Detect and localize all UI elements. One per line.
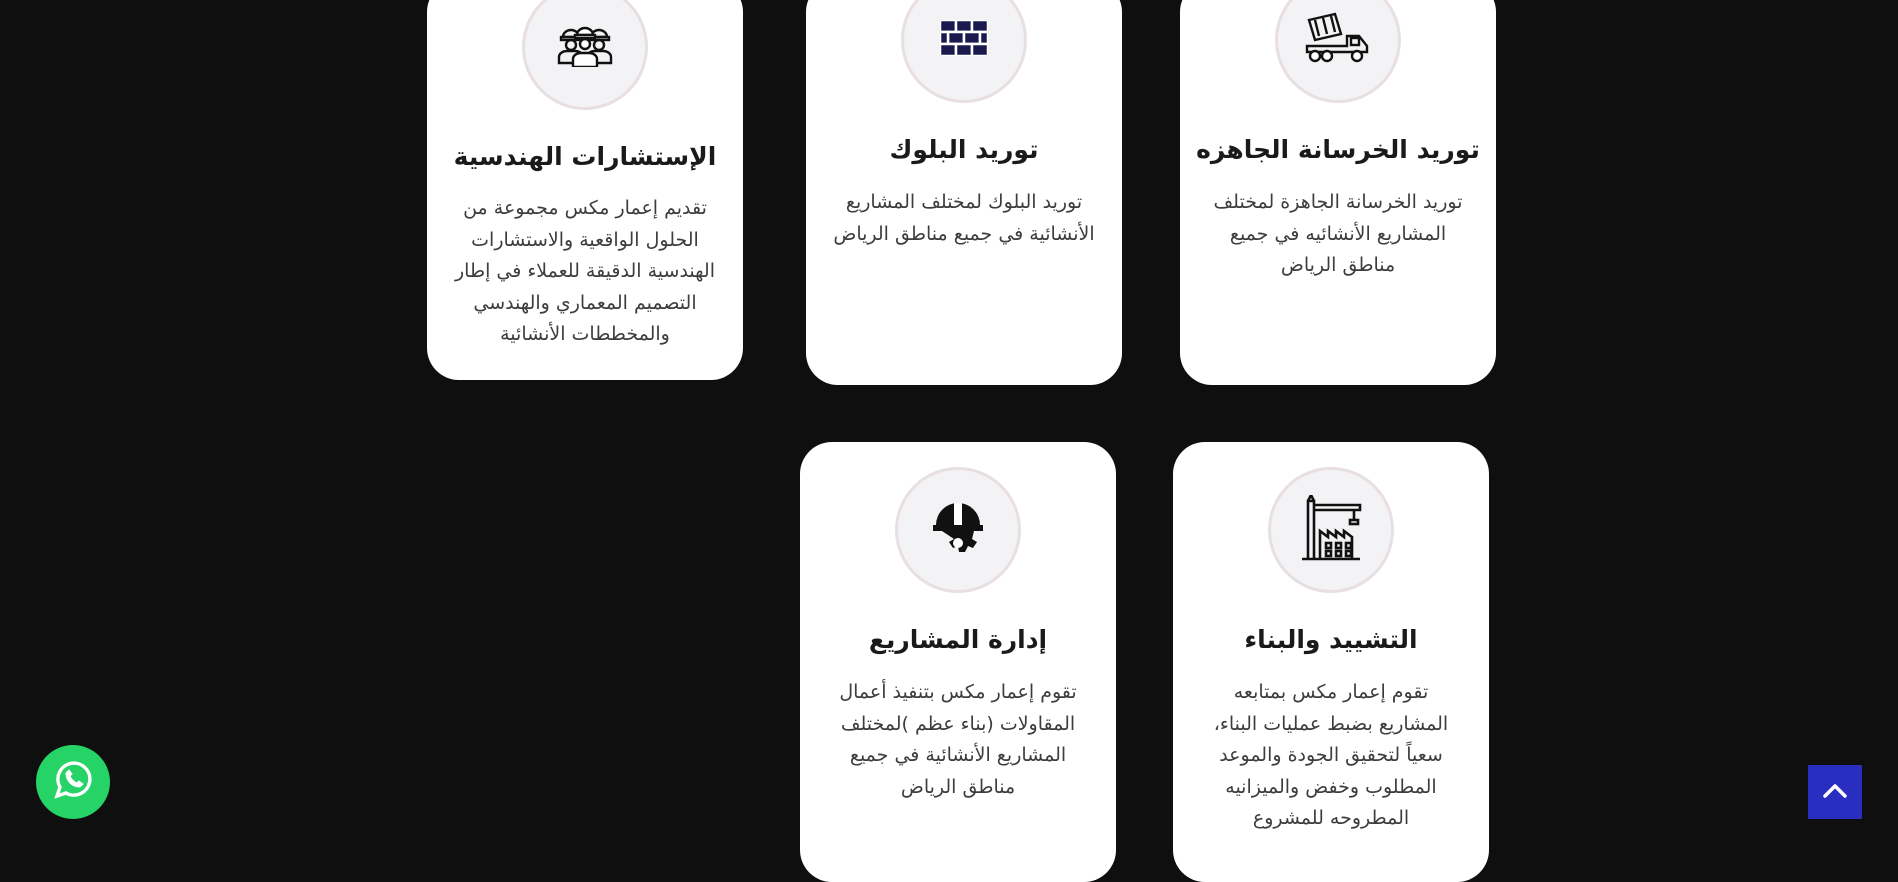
service-icon-circle bbox=[1275, 0, 1401, 103]
scroll-to-top-button[interactable] bbox=[1808, 765, 1862, 819]
service-card-construction: التشييد والبناء تقوم إعمار مكس بمتابعه ا… bbox=[1173, 442, 1489, 882]
crane-building-icon bbox=[1298, 492, 1364, 565]
service-description: تقوم إعمار مكس بمتابعه المشاريع بضبط عمل… bbox=[1213, 681, 1449, 829]
service-description: توريد الخرسانة الجاهزة لمختلف المشاريع ا… bbox=[1213, 191, 1463, 276]
hardhat-gear-icon bbox=[930, 499, 986, 561]
service-card-blocks: توريد البلوك توريد البلوك لمختلف المشاري… bbox=[806, 0, 1122, 385]
service-title: توريد الخرسانة الجاهزه bbox=[1196, 135, 1480, 164]
service-description: توريد البلوك لمختلف المشاريع الأنشائية ف… bbox=[833, 191, 1095, 245]
service-card-concrete: توريد الخرسانة الجاهزه توريد الخرسانة ال… bbox=[1180, 0, 1496, 385]
bricks-icon bbox=[938, 18, 990, 60]
service-icon-circle bbox=[1268, 467, 1394, 593]
chevron-up-icon bbox=[1822, 781, 1848, 803]
service-description: تقوم إعمار مكس بتنفيذ أعمال المقاولات (ب… bbox=[839, 681, 1077, 798]
service-title: التشييد والبناء bbox=[1244, 625, 1418, 654]
whatsapp-button[interactable] bbox=[36, 745, 110, 819]
service-icon-circle bbox=[901, 0, 1027, 103]
engineers-icon bbox=[555, 23, 615, 71]
service-icon-circle bbox=[522, 0, 648, 110]
service-icon-circle bbox=[895, 467, 1021, 593]
service-title: توريد البلوك bbox=[889, 135, 1039, 164]
concrete-mixer-truck-icon bbox=[1305, 12, 1371, 68]
service-title: إدارة المشاريع bbox=[868, 625, 1048, 654]
service-card-project-management: إدارة المشاريع تقوم إعمار مكس بتنفيذ أعم… bbox=[800, 442, 1116, 882]
whatsapp-icon bbox=[51, 758, 95, 806]
service-title: الإستشارات الهندسية bbox=[453, 142, 717, 171]
service-card-engineering: الإستشارات الهندسية تقديم إعمار مكس مجمو… bbox=[427, 0, 743, 380]
service-description: تقديم إعمار مكس مجموعة من الحلول الواقعي… bbox=[455, 197, 715, 345]
